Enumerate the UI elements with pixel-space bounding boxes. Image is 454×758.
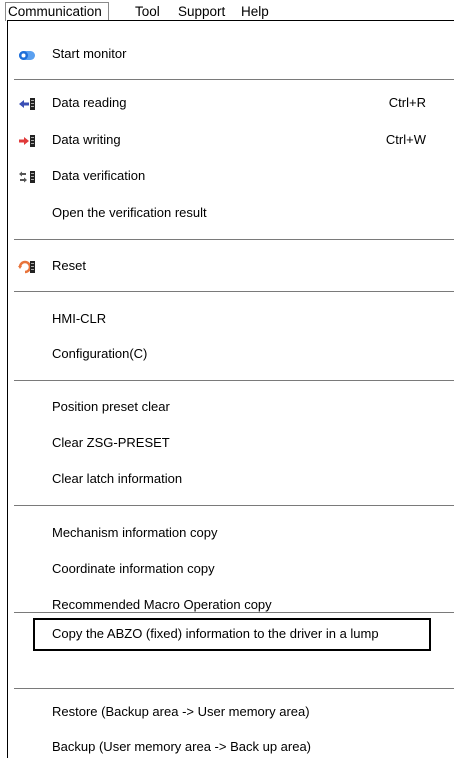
menu-item-clear-zsg-preset[interactable]: Clear ZSG-PRESET [18,432,438,454]
menu-bar: Communication Tool Support Help [0,0,454,22]
menu-item-label: Data verification [52,168,146,183]
menu-item-mechanism-information-copy[interactable]: Mechanism information copy [18,522,438,544]
dropdown-top-border [7,20,454,21]
menu-item-configuration[interactable]: Configuration(C) [18,343,438,365]
menu-item-label: Clear ZSG-PRESET [52,435,170,450]
menu-item-restore[interactable]: Restore (Backup area -> User memory area… [18,701,438,723]
menu-item-label: Reset [52,258,86,273]
menu-item-label: Backup (User memory area -> Back up area… [52,739,312,754]
menu-item-label: Open the verification result [52,205,207,220]
separator [14,688,454,689]
menu-item-label: Configuration(C) [52,346,148,361]
shortcut-label: Ctrl+W [385,132,426,147]
menu-communication[interactable]: Communication [5,2,109,21]
menu-item-reset[interactable]: Reset [18,255,438,277]
reset-icon [18,259,36,274]
menu-item-coordinate-information-copy[interactable]: Coordinate information copy [18,558,438,580]
shortcut-label: Ctrl+R [388,95,426,110]
write-arrow-icon [18,133,36,147]
menu-item-data-verification[interactable]: Data verification [18,165,438,187]
separator [14,291,454,292]
menu-item-clear-latch-information[interactable]: Clear latch information [18,468,438,490]
separator [14,380,454,381]
menu-item-label: Start monitor [52,46,127,61]
menu-item-start-monitor[interactable]: Start monitor [18,43,438,65]
menu-item-label: Copy the ABZO (fixed) information to the… [52,626,379,641]
menu-item-backup[interactable]: Backup (User memory area -> Back up area… [18,736,438,758]
menu-help[interactable]: Help [241,3,269,21]
menu-item-position-preset-clear[interactable]: Position preset clear [18,396,438,418]
separator [14,239,454,240]
menu-item-label: Data reading [52,95,127,110]
menu-item-hmi-clr[interactable]: HMI-CLR [18,308,438,330]
menu-item-label: Clear latch information [52,471,183,486]
separator [14,612,454,613]
toggle-icon [18,47,36,61]
menu-item-label: Data writing [52,132,121,147]
menu-item-label: Mechanism information copy [52,525,218,540]
separator [14,505,454,506]
menu-support[interactable]: Support [178,3,225,21]
menu-item-data-reading[interactable]: Data reading Ctrl+R [18,92,438,114]
separator [14,79,454,80]
menu-item-copy-abzo[interactable]: Copy the ABZO (fixed) information to the… [18,623,438,645]
verify-icon [18,169,36,183]
menu-item-label: Coordinate information copy [52,561,215,576]
menu-item-label: Position preset clear [52,399,170,414]
menu-item-open-verification-result[interactable]: Open the verification result [18,202,438,224]
menu-item-data-writing[interactable]: Data writing Ctrl+W [18,129,438,151]
read-arrow-icon [18,96,36,110]
menu-item-label: HMI-CLR [52,311,107,326]
dropdown-left-border [7,20,8,758]
menu-item-label: Restore (Backup area -> User memory area… [52,704,310,719]
menu-tool[interactable]: Tool [135,3,160,21]
